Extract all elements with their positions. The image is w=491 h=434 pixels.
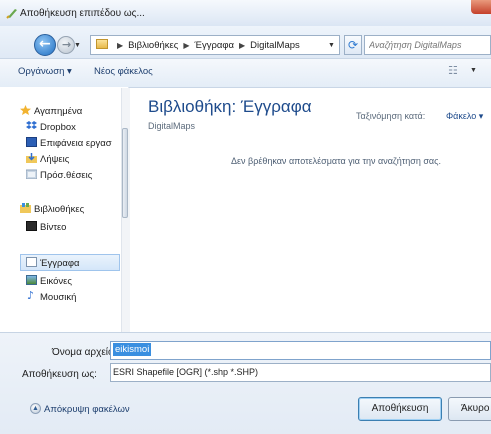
nav-item-videos[interactable]: Βίντεο [40,222,66,233]
dropbox-icon [26,121,37,129]
breadcrumb-digitalmaps[interactable]: DigitalMaps [250,40,300,51]
arrange-by-dropdown[interactable]: Φάκελο ▾ [446,111,483,122]
documents-icon [26,257,37,267]
nav-item-favorites[interactable]: Αγαπημένα [34,106,82,117]
nav-item-dropbox[interactable]: Dropbox [40,122,76,133]
address-dropdown-icon[interactable]: ▼ [328,42,335,49]
nav-scrollbar-thumb[interactable] [122,128,128,218]
desktop-icon [26,137,37,147]
filename-field[interactable] [110,341,491,360]
downloads-icon [26,153,37,163]
refresh-icon: ⟳ [347,38,359,52]
hide-folders-button[interactable]: Απόκρυψη φακέλων [44,404,130,415]
nav-item-music[interactable]: Μουσική [40,292,76,303]
library-title: Βιβλιοθήκη: Έγγραφα [148,97,312,116]
breadcrumb-separator-icon: ▶ [117,41,124,50]
star-icon [20,105,31,115]
nav-item-downloads[interactable]: Λήψεις [40,154,69,165]
empty-results-message: Δεν βρέθηκαν αποτελέσματα για την αναζήτ… [231,156,441,166]
libraries-icon [20,203,31,213]
views-icon[interactable]: ☷ [448,64,458,77]
filename-value[interactable]: eikismoi [113,343,152,356]
new-folder-button[interactable]: Νέος φάκελος [94,66,153,77]
close-button[interactable] [471,0,491,14]
views-dropdown-icon[interactable]: ▼ [470,67,477,74]
filetype-value[interactable]: ESRI Shapefile [OGR] (*.shp *.SHP) [113,367,258,377]
save-button[interactable]: Αποθήκευση [358,397,442,421]
nav-item-libraries[interactable]: Βιβλιοθήκες [34,204,84,215]
nav-item-desktop[interactable]: Επιφάνεια εργασ [40,138,112,149]
recent-pages-dropdown-icon[interactable]: ▼ [74,42,81,49]
refresh-button[interactable]: ⟳ [344,35,362,55]
forward-arrow-icon: → [62,38,72,51]
search-input[interactable] [365,36,491,54]
folder-icon [96,39,108,49]
organize-button[interactable]: Οργάνωση ▾ [18,66,72,77]
breadcrumb: ▶ Βιβλιοθήκες ▶ Έγγραφα ▶ DigitalMaps [112,40,300,51]
forward-button[interactable]: → [57,36,75,54]
breadcrumb-separator-icon: ▶ [239,41,246,50]
toolbar [0,58,491,88]
nav-item-recent-places[interactable]: Πρόσ.θέσεις [40,170,92,181]
breadcrumb-separator-icon: ▶ [183,41,190,50]
window-title: Αποθήκευση επιπέδου ως... [20,8,145,19]
nav-item-documents[interactable]: Έγγραφα [40,258,80,269]
breadcrumb-documents[interactable]: Έγγραφα [195,40,235,51]
back-button[interactable]: ← [34,34,56,56]
chevron-up-icon[interactable]: ▲ [30,403,41,414]
videos-icon [26,221,37,231]
search-box[interactable] [364,35,491,55]
pictures-icon [26,275,37,285]
music-icon: ♪ [27,289,35,302]
breadcrumb-libraries[interactable]: Βιβλιοθήκες [128,40,178,51]
nav-item-pictures[interactable]: Εικόνες [40,276,72,287]
library-subtitle: DigitalMaps [148,121,196,131]
cancel-button[interactable]: Άκυρο [448,397,491,421]
back-arrow-icon: ← [39,36,51,52]
arrange-by-label: Ταξινόμηση κατά: [356,111,426,121]
recent-places-icon [26,169,37,179]
app-icon [6,9,17,19]
filetype-label: Αποθήκευση ως: [22,369,97,380]
